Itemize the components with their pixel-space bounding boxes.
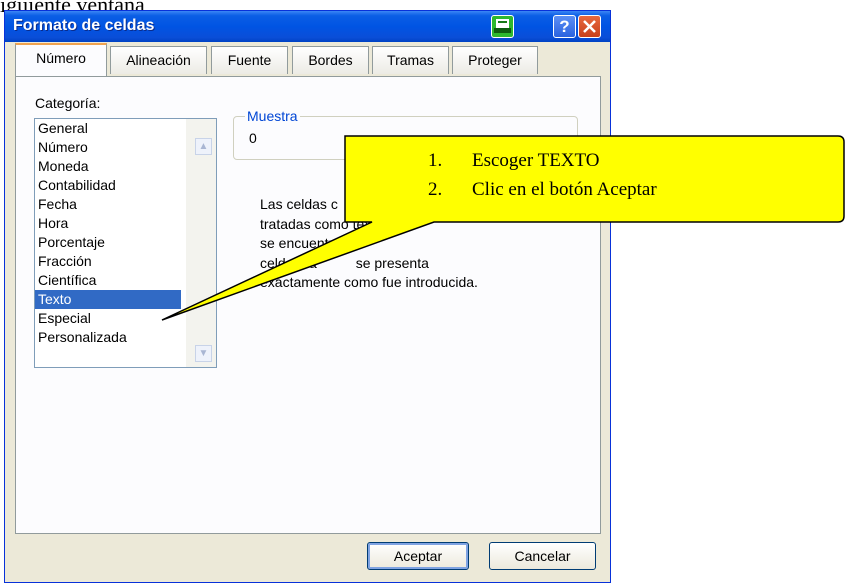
tab-fuente[interactable]: Fuente [211,46,288,74]
close-icon[interactable] [578,15,601,38]
scroll-down-icon[interactable]: ▼ [195,345,212,362]
list-item[interactable]: Número [35,138,181,157]
description-line: tratadas como texto [260,215,383,232]
list-item[interactable]: Fracción [35,252,181,271]
step-number: 2. [428,179,443,200]
format-description: Las celdas c tratadas como texto se encu… [260,195,560,293]
category-label: Categoría: [35,95,101,111]
list-item[interactable]: Moneda [35,157,181,176]
dialog-title: Formato de celdas [13,17,155,34]
description-line: exactamente como fue introducida. [260,274,478,290]
sample-legend: Muestra [245,108,300,124]
tab-alineacion[interactable]: Alineación [110,46,207,74]
list-item[interactable]: Contabilidad [35,176,181,195]
scroll-up-icon[interactable]: ▲ [195,138,212,155]
list-item-selected[interactable]: Texto [35,290,181,309]
tab-proteger[interactable]: Proteger [452,46,538,74]
help-button[interactable]: ? [553,15,576,38]
step-text: Escoger TEXTO [472,150,600,171]
description-line: se encuentre un [260,235,361,251]
list-item[interactable]: General [35,119,181,138]
description-line: celda. La se presenta [260,254,429,271]
list-item[interactable]: Personalizada [35,328,181,347]
ok-button[interactable]: Aceptar [367,542,469,570]
callout: 1. Escoger TEXTO 2. Clic en el botón Acept… [428,146,657,204]
step-text: Clic en el botón Aceptar [472,179,657,200]
list-item[interactable]: Fecha [35,195,181,214]
list-item[interactable]: Científica [35,271,181,290]
step-number: 1. [428,150,443,171]
tab-numero[interactable]: Número [15,43,107,76]
callout-step: 1. Escoger TEXTO [428,146,657,175]
list-item[interactable]: Hora [35,214,181,233]
list-scrollbar[interactable]: ▲ ▼ [186,119,216,367]
tab-tramas[interactable]: Tramas [372,46,449,74]
cancel-button[interactable]: Cancelar [489,542,596,570]
printer-icon[interactable] [491,15,514,38]
list-item[interactable]: Especial [35,309,181,328]
category-list[interactable]: General Número Moneda Contabilidad Fecha… [34,118,217,368]
tab-bordes[interactable]: Bordes [292,46,369,74]
list-item[interactable]: Porcentaje [35,233,181,252]
callout-step: 2. Clic en el botón Aceptar [428,175,657,204]
title-bar[interactable]: Formato de celdas ? [5,11,610,42]
sample-value: 0 [249,130,257,146]
